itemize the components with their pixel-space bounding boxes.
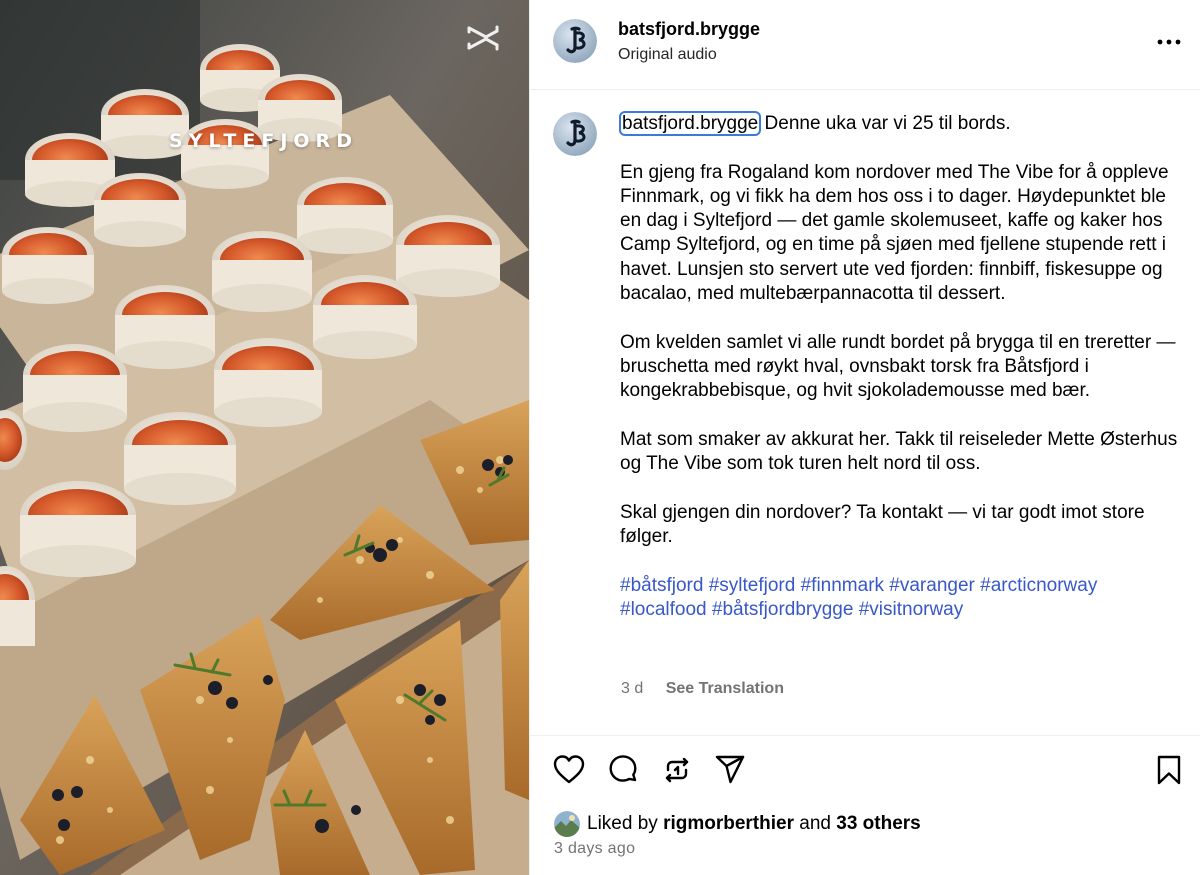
- liked-and-label: and: [799, 813, 831, 834]
- landscape-avatar-icon: [554, 811, 580, 837]
- caption-age: 3 d: [621, 680, 644, 697]
- more-horizontal-icon[interactable]: [1154, 30, 1184, 54]
- brand-logo-icon: [553, 19, 597, 63]
- likes-summary: Liked by rigmorberthier and 33 others: [554, 810, 921, 838]
- caption-paragraph: Denne uka var vi 25 til bords.: [764, 113, 1011, 134]
- caption-meta: 3 d See Translation: [621, 680, 784, 698]
- caption-paragraph: Om kvelden samlet vi alle rundt bordet p…: [620, 331, 1176, 402]
- liked-others-link[interactable]: 33 others: [836, 813, 920, 835]
- brand-logo-icon: [553, 112, 597, 156]
- caption-paragraph: En gjeng fra Rogaland kom nordover med T…: [620, 161, 1169, 305]
- post-details-panel: batsfjord.brygge Original audio batsfjor…: [529, 0, 1200, 875]
- caption-paragraph: Skal gjengen din nordover? Ta kontakt — …: [620, 501, 1145, 548]
- caption-block: batsfjord.brygge Denne uka var vi 25 til…: [530, 90, 1200, 735]
- post-timestamp[interactable]: 3 days ago: [554, 840, 635, 858]
- liked-by-user[interactable]: rigmorberthier: [663, 813, 794, 835]
- post-header: batsfjord.brygge Original audio: [530, 0, 1200, 90]
- overlay-title: SYLTEFJORD: [169, 130, 358, 152]
- heart-icon[interactable]: [552, 753, 586, 787]
- caption-username[interactable]: batsfjord.brygge: [618, 111, 762, 136]
- caption-paragraph: Mat som smaker av akkurat her. Takk til …: [620, 428, 1178, 475]
- comment-icon[interactable]: [606, 753, 640, 787]
- avatar[interactable]: [553, 19, 597, 63]
- share-icon[interactable]: [713, 753, 747, 787]
- header-username[interactable]: batsfjord.brygge: [618, 19, 760, 40]
- avatar[interactable]: [554, 811, 580, 837]
- audio-label[interactable]: Original audio: [618, 46, 717, 64]
- capcut-icon[interactable]: [466, 24, 500, 52]
- see-translation-link[interactable]: See Translation: [666, 680, 784, 697]
- post-media[interactable]: SYLTEFJORD: [0, 0, 529, 875]
- bookmark-icon[interactable]: [1152, 753, 1186, 787]
- hashtags[interactable]: #båtsfjord #syltefjord #finnmark #varang…: [620, 574, 1180, 623]
- avatar[interactable]: [553, 112, 597, 156]
- repost-icon[interactable]: [660, 753, 694, 787]
- action-bar: Liked by rigmorberthier and 33 others 3 …: [530, 735, 1200, 875]
- caption-text: batsfjord.brygge Denne uka var vi 25 til…: [618, 111, 1180, 623]
- liked-by-label: Liked by: [587, 813, 658, 834]
